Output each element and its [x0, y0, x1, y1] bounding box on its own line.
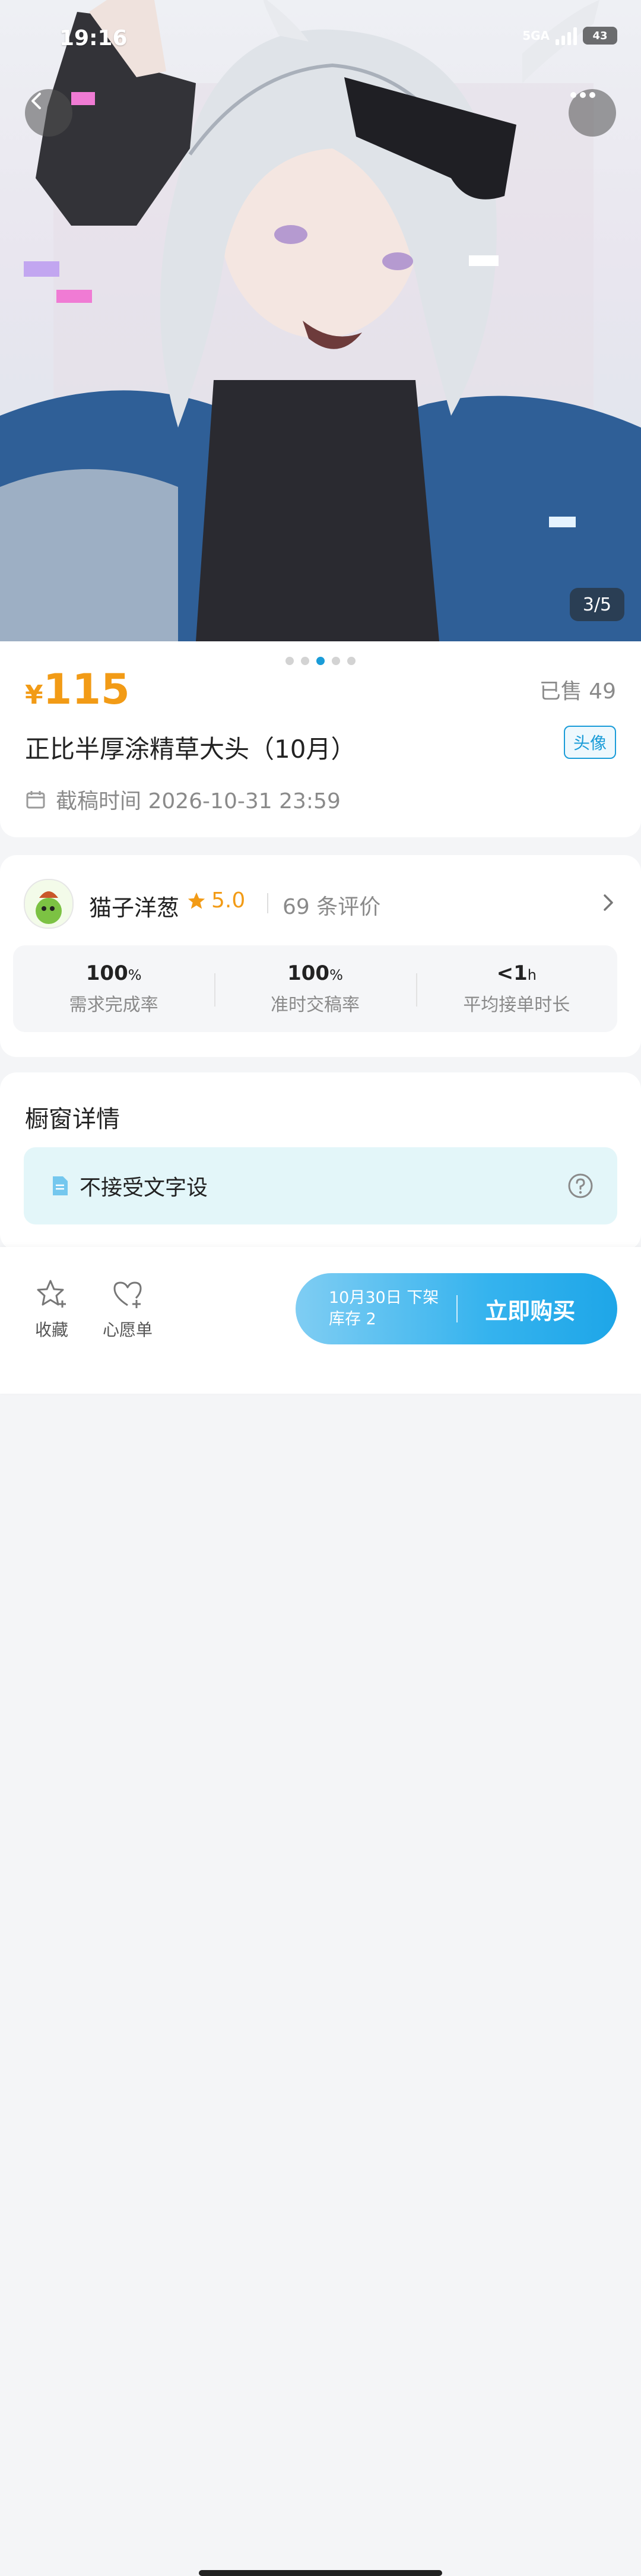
star-plus-icon: [37, 1280, 66, 1308]
buy-now-button[interactable]: 10月30日 下架 库存 2 立即购买: [296, 1273, 617, 1344]
avatar-image: [36, 891, 62, 924]
signal-icon: [556, 26, 577, 45]
chevron-left-icon: [31, 93, 41, 109]
home-indicator[interactable]: [199, 2570, 442, 2576]
seller-rating: 5.0: [186, 888, 245, 913]
product-image[interactable]: 19:16 5GA 43 3/5: [0, 0, 641, 641]
seller-card[interactable]: 猫子洋葱 5.0 69 条评价 100% 需求完成率 100% 准时交稿率 <1…: [0, 855, 641, 1057]
buy-now-label: 立即购买: [485, 1298, 576, 1324]
seller-stats: 100% 需求完成率 100% 准时交稿率 <1h 平均接单时长: [13, 945, 617, 1032]
details-card: 橱窗详情 不接受文字设: [0, 1072, 641, 1251]
seller-avatar[interactable]: [24, 879, 74, 929]
stat-label: 需求完成率: [69, 995, 158, 1015]
notice-text: 不接受文字设: [80, 1176, 208, 1200]
gallery-dot[interactable]: [347, 657, 356, 665]
deadline-text: 截稿时间 2026-10-31 23:59: [56, 789, 341, 814]
chevron-right-icon[interactable]: [599, 891, 617, 914]
stat-response-time: <1h 平均接单时长: [415, 961, 617, 1016]
stat-value: <1: [496, 961, 528, 985]
stat-value: 100: [85, 961, 128, 985]
wishlist-button[interactable]: 心愿单: [95, 1278, 160, 1341]
artwork-illustration: [0, 0, 641, 641]
stat-unit: %: [128, 967, 142, 983]
product-title: 正比半厚涂精草大头（10月）: [25, 735, 356, 764]
wishlist-label: 心愿单: [102, 1320, 153, 1340]
stat-label: 准时交稿率: [270, 995, 360, 1015]
divider: [267, 893, 268, 913]
favorite-label: 收藏: [34, 1320, 68, 1340]
notice-banner: 不接受文字设: [24, 1147, 617, 1224]
network-type: 5GA: [522, 29, 550, 43]
rating-value: 5.0: [211, 888, 246, 913]
stat-completion-rate: 100% 需求完成率: [13, 961, 214, 1016]
bottom-action-bar: 收藏 心愿单 10月30日 下架 库存 2 立即购买: [0, 1247, 641, 2576]
calendar-icon: [26, 791, 45, 809]
back-button[interactable]: [25, 89, 72, 137]
buy-divider: [456, 1295, 458, 1322]
favorite-button[interactable]: 收藏: [19, 1278, 84, 1341]
image-counter: 3/5: [570, 588, 624, 621]
review-count[interactable]: 69 条评价: [283, 890, 380, 920]
gallery-dot[interactable]: [332, 657, 340, 665]
star-icon: [188, 892, 205, 909]
stat-unit: %: [329, 967, 343, 983]
sold-count: 已售 49: [539, 679, 616, 704]
stat-label: 平均接单时长: [463, 995, 570, 1015]
heart-plus-icon: [113, 1281, 142, 1308]
more-dots-icon: [570, 92, 595, 98]
category-tag[interactable]: 头像: [563, 726, 616, 759]
document-icon: [53, 1176, 68, 1195]
currency-symbol: ¥: [25, 680, 43, 710]
buy-info: 10月30日 下架 库存 2: [329, 1287, 439, 1330]
gallery-dot-active[interactable]: [316, 657, 325, 665]
status-indicators: 5GA 43: [522, 26, 617, 45]
delisting-date: 10月30日 下架: [329, 1289, 439, 1307]
price: ¥115: [25, 665, 130, 714]
gallery-dot[interactable]: [285, 657, 294, 665]
stat-ontime-rate: 100% 准时交稿率: [214, 961, 415, 1016]
price-value: 115: [43, 665, 130, 714]
seller-name[interactable]: 猫子洋葱: [89, 890, 179, 922]
more-button[interactable]: [569, 89, 616, 137]
stat-unit: h: [527, 967, 537, 983]
battery-icon: 43: [583, 27, 617, 45]
stat-value: 100: [287, 961, 330, 985]
gallery-dots: [0, 657, 641, 665]
status-time: 19:16: [59, 26, 128, 50]
gallery-dot[interactable]: [301, 657, 309, 665]
help-icon[interactable]: [567, 1173, 594, 1199]
stock-count: 库存 2: [329, 1310, 376, 1328]
product-info-card: ¥115 已售 49 正比半厚涂精草大头（10月） 头像 截稿时间 2026-1…: [0, 641, 641, 837]
deadline-row: 截稿时间 2026-10-31 23:59: [25, 784, 341, 815]
details-title: 橱窗详情: [25, 1106, 120, 1133]
